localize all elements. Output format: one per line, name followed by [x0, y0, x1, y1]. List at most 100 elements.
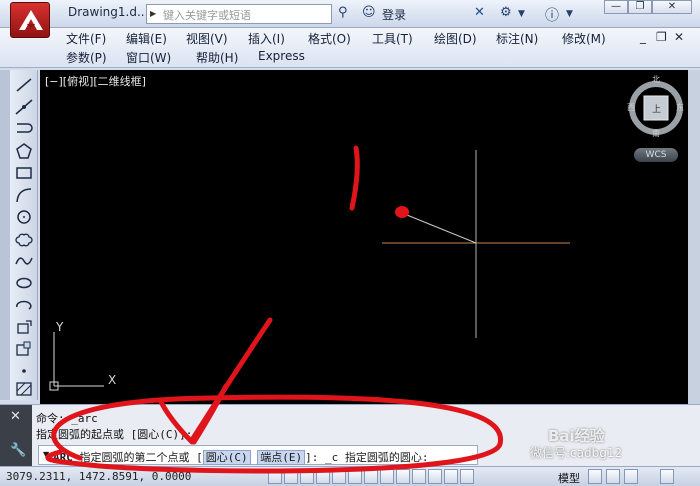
menu-help[interactable]: 帮助(H): [196, 49, 238, 66]
menu-tools[interactable]: 工具(T): [372, 30, 413, 47]
compass-north-label[interactable]: 北: [652, 74, 660, 85]
wechat-watermark: 微信号:cadbg12: [530, 446, 623, 460]
compass-east-label[interactable]: 东: [676, 102, 684, 113]
viewcube-top-face-label[interactable]: 上: [652, 102, 661, 115]
revcloud-tool[interactable]: [14, 230, 34, 248]
stay-connected-icon[interactable]: ⚙: [500, 5, 512, 20]
application-menu-button[interactable]: [10, 2, 50, 38]
make-block-icon: [16, 341, 31, 356]
doc-restore-button[interactable]: ❐: [656, 30, 667, 44]
menu-modify[interactable]: 修改(M): [562, 30, 606, 47]
point-tool[interactable]: [14, 362, 34, 380]
ellipse-tool[interactable]: [14, 274, 34, 292]
polygon-tool[interactable]: [14, 142, 34, 160]
command-prompt-tail: ]: _c 指定圆弧的圆心:: [305, 451, 429, 464]
user-icon[interactable]: ☺: [362, 5, 376, 20]
command-prompt-text: 指定圆弧的第二个点或 [: [79, 451, 203, 464]
help-icon[interactable]: ⓘ: [545, 5, 559, 25]
grid-display-button[interactable]: [284, 469, 298, 484]
ellipse-arc-icon: [16, 300, 32, 310]
circle-icon: [17, 210, 31, 224]
rectangle-tool[interactable]: [14, 164, 34, 182]
quick-view-drawings-button[interactable]: [606, 469, 620, 484]
polygon-icon: [16, 143, 32, 159]
annotation-scale-button[interactable]: [624, 469, 638, 484]
vertical-scrollbar[interactable]: [688, 70, 700, 404]
menu-express[interactable]: Express: [258, 49, 305, 63]
command-history-line-2: 指定圆弧的起点或 [圆心(C)]:: [36, 428, 193, 441]
point-icon: [22, 369, 26, 373]
menu-parametric[interactable]: 参数(P): [66, 49, 107, 66]
title-bar: Drawing1.d... ▶ 键入关键字或短语 ⚲ ☺ 登录 ✕ ⚙ ▼ ⓘ …: [0, 0, 700, 28]
search-placeholder: 键入关键字或短语: [163, 9, 251, 22]
polar-tracking-button[interactable]: [316, 469, 330, 484]
compass-west-label[interactable]: 西: [627, 102, 635, 113]
construction-line-tool[interactable]: [14, 98, 34, 116]
doc-minimize-button[interactable]: _: [640, 30, 646, 44]
left-dock-strip: [0, 70, 10, 400]
command-name: ARC: [53, 451, 73, 464]
object-snap-tracking-button[interactable]: [364, 469, 378, 484]
ellipse-arc-tool[interactable]: [14, 296, 34, 314]
command-line-input[interactable]: ▼ ARC 指定圆弧的第二个点或 [圆心(C) 端点(E)]: _c 指定圆弧的…: [38, 445, 478, 465]
make-block-tool[interactable]: [14, 340, 34, 358]
ortho-mode-button[interactable]: [300, 469, 314, 484]
draw-toolbar: [10, 70, 38, 400]
dynamic-ucs-button[interactable]: [380, 469, 394, 484]
spline-tool[interactable]: [14, 252, 34, 270]
arc-tool[interactable]: [14, 186, 34, 204]
snap-mode-button[interactable]: [268, 469, 282, 484]
help-dropdown-icon[interactable]: ▼: [566, 9, 573, 19]
menu-view[interactable]: 视图(V): [186, 30, 228, 47]
line-tool[interactable]: [14, 76, 34, 94]
hatch-tool[interactable]: [14, 380, 34, 398]
hatch-icon: [16, 382, 32, 396]
quick-view-layouts-button[interactable]: [588, 469, 602, 484]
exchange-icon[interactable]: ✕: [474, 5, 485, 20]
3d-object-snap-button[interactable]: [348, 469, 362, 484]
menu-dimension[interactable]: 标注(N): [496, 30, 538, 47]
dynamic-input-button[interactable]: [396, 469, 410, 484]
polyline-icon: [17, 123, 33, 133]
restore-button[interactable]: ❐: [628, 0, 652, 14]
menu-edit[interactable]: 编辑(E): [126, 30, 167, 47]
login-link[interactable]: 登录: [382, 6, 406, 23]
wcs-menu-button[interactable]: WCS: [634, 148, 678, 162]
autocad-logo-icon: [19, 10, 43, 30]
lineweight-button[interactable]: [412, 469, 426, 484]
menu-insert[interactable]: 插入(I): [248, 30, 285, 47]
object-snap-button[interactable]: [332, 469, 346, 484]
circle-tool[interactable]: [14, 208, 34, 226]
quick-properties-button[interactable]: [444, 469, 458, 484]
option-center-button[interactable]: 圆心(C): [202, 450, 251, 465]
selection-cycling-button[interactable]: [460, 469, 474, 484]
minimize-button[interactable]: —: [604, 0, 628, 14]
help-search-input[interactable]: ▶ 键入关键字或短语: [146, 4, 332, 24]
stay-connected-dropdown-icon[interactable]: ▼: [518, 9, 525, 19]
transparency-button[interactable]: [428, 469, 442, 484]
menu-draw[interactable]: 绘图(D): [434, 30, 477, 47]
ucs-icon: [49, 332, 104, 391]
menu-window[interactable]: 窗口(W): [126, 49, 171, 66]
polyline-tool[interactable]: [14, 120, 34, 138]
doc-close-button[interactable]: ✕: [674, 30, 684, 44]
coordinate-readout[interactable]: 3079.2311, 1472.8591, 0.0000: [6, 470, 191, 483]
command-customize-icon[interactable]: 🔧: [10, 443, 26, 458]
menu-file[interactable]: 文件(F): [66, 30, 106, 47]
search-expand-icon[interactable]: ▶: [150, 9, 156, 18]
clean-screen-button[interactable]: [660, 469, 674, 484]
recent-commands-icon[interactable]: ▼: [43, 450, 49, 459]
binoculars-icon[interactable]: ⚲: [338, 5, 348, 20]
command-window-handle[interactable]: ✕ 🔧: [0, 405, 32, 467]
option-end-button[interactable]: 端点(E): [257, 450, 306, 465]
command-close-icon[interactable]: ✕: [10, 409, 21, 424]
model-space-button[interactable]: 模型: [558, 470, 580, 486]
menu-format[interactable]: 格式(O): [308, 30, 351, 47]
close-button[interactable]: ✕: [652, 0, 692, 14]
menu-bar: 文件(F) 编辑(E) 视图(V) 插入(I) 格式(O) 工具(T) 绘图(D…: [0, 28, 700, 68]
rectangle-icon: [16, 167, 32, 179]
revcloud-icon: [15, 233, 33, 247]
compass-south-label[interactable]: 南: [652, 128, 660, 139]
insert-block-tool[interactable]: [14, 318, 34, 336]
drawing-canvas[interactable]: [−][俯视][二维线框] Y X 北 南 东 西 上 WCS: [40, 70, 696, 404]
